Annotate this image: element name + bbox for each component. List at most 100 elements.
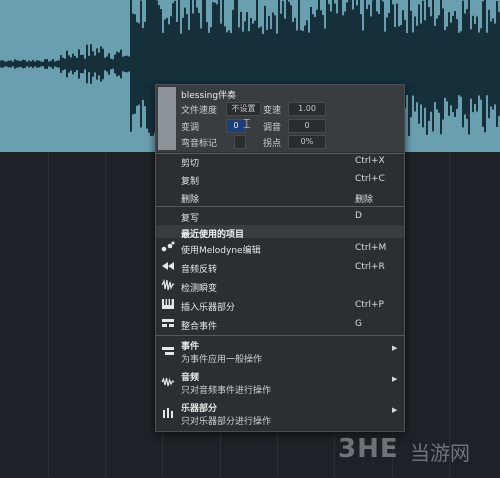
waveform-sample (496, 1, 498, 127)
waveform-sample (6, 61, 8, 67)
waveform-sample (462, 0, 464, 128)
waveform-sample (54, 61, 56, 67)
menu-item-overwrite-label: 复写 (181, 214, 200, 224)
menu-item-edit-melodyne-label: 使用Melodyne编辑 (181, 246, 261, 256)
waveform-sample (86, 44, 88, 84)
waveform-sample (30, 61, 32, 67)
waveform-sample (84, 58, 86, 70)
waveform-sample (130, 0, 132, 132)
waveform-sample (44, 59, 46, 69)
knee-field[interactable]: 0% (288, 135, 326, 149)
submenu-audio[interactable]: 音频 只对音频事件进行操作 ▶ (156, 368, 404, 398)
waveform-sample (136, 22, 138, 106)
waveform-sample (424, 20, 426, 108)
waveform-sample (20, 61, 22, 67)
menu-item-reverse-audio-shortcut: Ctrl+R (355, 262, 385, 272)
submenu-instrument-part[interactable]: 乐器部分 只对乐器部分进行操作 ▶ (156, 399, 404, 429)
waveform-sample (114, 54, 116, 74)
waveform-sample (140, 0, 142, 128)
piano-icon (160, 298, 176, 312)
menu-item-overwrite-shortcut: D (355, 211, 362, 221)
waveform-sample (412, 32, 414, 96)
waveform-sample (478, 32, 480, 96)
submenu-event-desc: 为事件应用一般操作 (181, 355, 263, 365)
menu-item-copy[interactable]: 复制 Ctrl+C (156, 170, 404, 188)
menu-item-overwrite[interactable]: 复写 D (156, 207, 404, 225)
waveform-sample (52, 59, 54, 69)
menu-item-merge-events[interactable]: 整合事件 G (156, 315, 404, 333)
waveform-sample (432, 0, 434, 132)
waveform-sample (440, 0, 442, 135)
waveform-sample (64, 58, 66, 70)
waveform-sample (120, 49, 122, 79)
waveform-sample (18, 60, 20, 68)
bend-marker-field[interactable] (234, 135, 246, 149)
merge-icon (160, 317, 176, 331)
waveform-sample (46, 59, 48, 69)
waveform-sample (476, 16, 478, 112)
waveform-sample (26, 61, 28, 67)
waveform-sample (422, 0, 424, 128)
site-watermark: 3HE 当游网 (338, 432, 498, 470)
menu-item-delete[interactable]: 删除 删除 (156, 188, 404, 206)
menu-item-edit-melodyne[interactable]: 使用Melodyne编辑 Ctrl+M (156, 239, 404, 257)
waveform-sample (444, 30, 446, 98)
waveform-sample (416, 25, 418, 103)
menu-item-merge-events-shortcut: G (355, 319, 362, 329)
waveform-sample (408, 0, 410, 136)
melodyne-icon (160, 241, 176, 255)
prop-file-tempo-label: 文件速度 (181, 106, 218, 116)
menu-item-insert-instrument-part-shortcut: Ctrl+P (355, 300, 384, 310)
waveform-sample (456, 19, 458, 109)
waveform-sample (58, 60, 60, 68)
waveform-sample (100, 46, 102, 82)
waveform-sample (438, 15, 440, 113)
waveform-sample (488, 9, 490, 119)
waveform-sample (450, 22, 452, 106)
waveform-sample (148, 0, 150, 133)
waveform-sample (452, 15, 454, 113)
waveform-sample (414, 16, 416, 112)
chevron-right-icon: ▶ (392, 375, 398, 383)
waveform-sample (442, 8, 444, 120)
waveform-sample (446, 26, 448, 102)
waveform-sample (48, 61, 50, 67)
waveform-sample (460, 31, 462, 97)
menu-item-cut-shortcut: Ctrl+X (355, 156, 385, 166)
text-cursor-icon: ⌶ (243, 117, 251, 132)
menu-item-insert-instrument-part[interactable]: 插入乐器部分 Ctrl+P (156, 296, 404, 314)
waveform-sample (60, 55, 62, 73)
menu-item-copy-label: 复制 (181, 177, 200, 187)
submenu-instrument-part-title: 乐器部分 (181, 404, 218, 414)
stretch-field[interactable]: 1.00 (288, 102, 326, 116)
waveform-sample (112, 59, 114, 69)
waveform-sample (118, 52, 120, 76)
waveform-sample (28, 60, 30, 68)
waveform-sample (24, 60, 26, 68)
waveform-sample (104, 57, 106, 71)
tune-field[interactable]: 0 (288, 119, 326, 133)
waveform-sample (98, 52, 100, 76)
recent-items-header: 最近使用的项目 (156, 225, 404, 240)
menu-item-delete-shortcut: 删除 (355, 195, 374, 205)
audio-icon (160, 376, 176, 390)
waveform-sample (494, 23, 496, 105)
waveform-sample (464, 13, 466, 115)
waveform-sample (88, 55, 90, 73)
menu-item-reverse-audio[interactable]: 音频反转 Ctrl+R (156, 258, 404, 276)
reverse-icon (160, 260, 176, 274)
menu-item-detect-transients[interactable]: 检测瞬变 (156, 277, 404, 295)
chevron-right-icon: ▶ (392, 406, 398, 414)
waveform-sample (10, 60, 12, 68)
menu-item-cut[interactable]: 剪切 Ctrl+X (156, 152, 404, 170)
waveform-sample (124, 55, 126, 73)
file-tempo-field[interactable]: 不设置 (226, 102, 261, 116)
waveform-sample (14, 59, 16, 69)
menu-item-delete-label: 删除 (181, 195, 200, 205)
waveform-sample (22, 59, 24, 69)
waveform-sample (108, 53, 110, 75)
submenu-event[interactable]: 事件 为事件应用一般操作 ▶ (156, 337, 404, 367)
waveform-sample (486, 32, 488, 96)
watermark-text: 当游网 (410, 441, 470, 465)
waveform-sample (142, 28, 144, 100)
